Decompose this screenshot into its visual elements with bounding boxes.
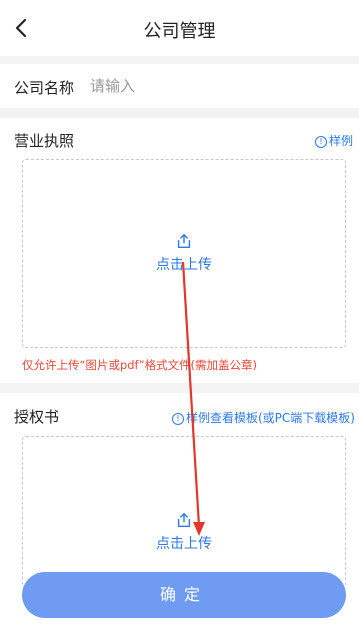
sample-link-label: 样例 bbox=[186, 411, 211, 425]
divider bbox=[0, 108, 359, 118]
business-license-sample-link[interactable]: ! 样例 bbox=[315, 132, 353, 149]
share-upload-icon bbox=[177, 512, 191, 528]
share-upload-icon bbox=[177, 233, 191, 249]
company-name-label: 公司名称 bbox=[14, 79, 75, 97]
divider bbox=[0, 56, 359, 64]
file-format-note: 仅允许上传“图片或pdf”格式文件(需加盖公章) bbox=[22, 358, 258, 372]
upload-label: 点击上传 bbox=[156, 536, 212, 552]
divider bbox=[0, 383, 359, 393]
upload-prompt[interactable]: 点击上传 bbox=[23, 232, 345, 274]
business-license-upload-area[interactable]: 点击上传 bbox=[22, 159, 346, 348]
page-title: 公司管理 bbox=[143, 21, 216, 42]
view-template-link[interactable]: 查看模板(或PC端下载模板) bbox=[210, 409, 355, 426]
business-license-label: 营业执照 bbox=[14, 132, 75, 150]
upload-label: 点击上传 bbox=[156, 257, 212, 273]
company-name-input[interactable] bbox=[90, 74, 340, 98]
upload-prompt[interactable]: 点击上传 bbox=[23, 511, 345, 553]
info-circle-icon: ! bbox=[315, 136, 327, 148]
confirm-button[interactable]: 确定 bbox=[22, 572, 346, 618]
authorization-upload-area[interactable]: 点击上传 bbox=[22, 436, 346, 588]
info-circle-icon: ! bbox=[172, 413, 184, 425]
sample-link-label: 样例 bbox=[329, 134, 354, 148]
top-bar: 公司管理 bbox=[0, 0, 359, 56]
authorization-label: 授权书 bbox=[14, 408, 60, 426]
company-name-row: 公司名称 bbox=[0, 64, 359, 108]
authorization-sample-link[interactable]: ! 样例 bbox=[172, 409, 210, 426]
